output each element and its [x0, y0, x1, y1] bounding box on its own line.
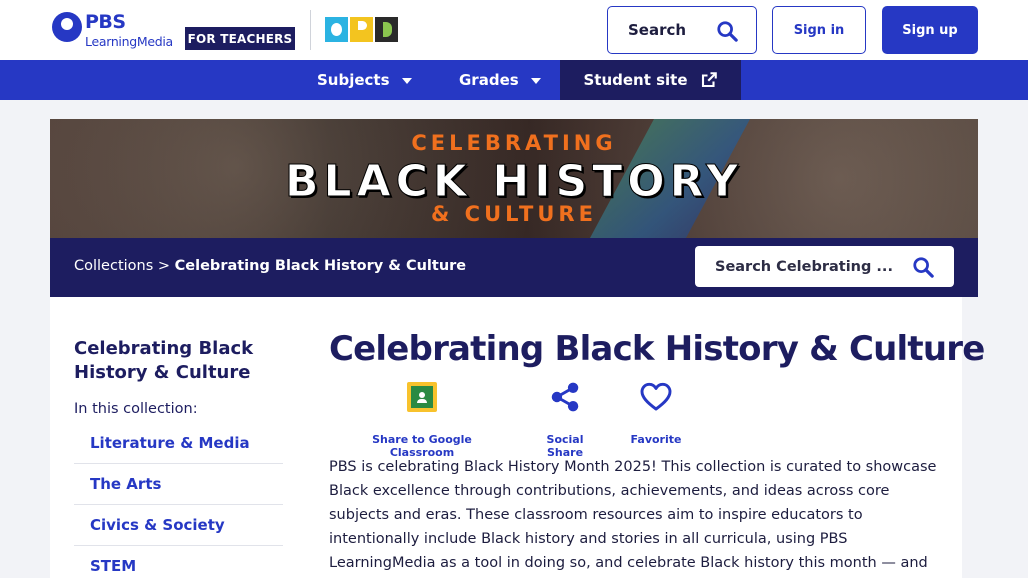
sign-in-button[interactable]: Sign in	[772, 6, 866, 54]
pbs-head-icon	[52, 12, 82, 42]
heart-icon	[640, 382, 672, 411]
breadcrumb-collections-link[interactable]: Collections	[74, 258, 153, 274]
nav-subjects[interactable]: Subjects	[317, 60, 412, 100]
collection-search-placeholder: Search Celebrating ...	[715, 258, 893, 275]
sidebar-list: Literature & Media The Arts Civics & Soc…	[74, 423, 283, 578]
external-link-icon	[701, 72, 717, 88]
site-header: PBS LearningMedia FOR TEACHERS Search Si…	[0, 0, 1028, 60]
share-google-classroom-button[interactable]: Share to Google Classroom	[347, 381, 497, 459]
collection-banner: CELEBRATING BLACK HISTORY & CULTURE	[50, 119, 978, 238]
nav-grades[interactable]: Grades	[459, 60, 541, 100]
share-icon	[551, 382, 579, 412]
google-classroom-icon	[407, 382, 437, 412]
sign-up-button[interactable]: Sign up	[882, 6, 978, 54]
opb-letter-p	[350, 17, 373, 42]
page-title: Celebrating Black History & Culture	[329, 329, 985, 369]
nav-subjects-label: Subjects	[317, 71, 390, 89]
breadcrumb-current: Celebrating Black History & Culture	[174, 258, 467, 274]
nav-grades-label: Grades	[459, 71, 519, 89]
breadcrumb: Collections > Celebrating Black History …	[74, 258, 466, 274]
breadcrumb-separator: >	[153, 258, 175, 274]
breadcrumb-bar: Collections > Celebrating Black History …	[50, 238, 978, 297]
chevron-down-icon	[530, 78, 541, 84]
sidebar-item-literature-media[interactable]: Literature & Media	[74, 423, 283, 464]
banner-line-2: BLACK HISTORY	[285, 156, 743, 208]
opb-logo[interactable]	[325, 17, 398, 42]
banner-line-1: CELEBRATING	[411, 131, 617, 155]
header-divider	[310, 10, 311, 50]
search-icon	[717, 21, 738, 42]
sidebar-subtitle: In this collection:	[74, 401, 198, 417]
nav-student-site-label: Student site	[583, 71, 688, 89]
nav-student-site[interactable]: Student site	[560, 60, 741, 100]
search-icon[interactable]	[912, 256, 934, 278]
main-nav: Subjects Grades Student site	[0, 60, 1028, 100]
logo-brand-text: PBS	[85, 11, 126, 33]
pbs-learningmedia-logo[interactable]: PBS LearningMedia	[52, 11, 176, 51]
sidebar-item-civics-society[interactable]: Civics & Society	[74, 505, 283, 546]
favorite-label: Favorite	[630, 433, 682, 446]
audience-badge: FOR TEACHERS	[185, 27, 295, 50]
collection-sidebar: Celebrating Black History & Culture In t…	[50, 297, 298, 578]
collection-search-input[interactable]: Search Celebrating ...	[695, 246, 954, 287]
sidebar-title: Celebrating Black History & Culture	[74, 338, 254, 383]
opb-letter-b	[375, 17, 398, 42]
sidebar-item-stem[interactable]: STEM	[74, 546, 283, 578]
chevron-down-icon	[401, 78, 412, 84]
opb-letter-o	[325, 17, 348, 42]
header-search-button[interactable]: Search	[607, 6, 757, 54]
logo-sub-text: LearningMedia	[85, 34, 173, 49]
favorite-button[interactable]: Favorite	[629, 381, 683, 446]
collection-main: Celebrating Black History & Culture Shar…	[298, 297, 985, 578]
banner-line-3: & CULTURE	[431, 202, 597, 226]
header-search-label: Search	[628, 21, 687, 39]
sidebar-item-the-arts[interactable]: The Arts	[74, 464, 283, 505]
collection-description: PBS is celebrating Black History Month 2…	[329, 459, 937, 571]
social-share-button[interactable]: Social Share	[528, 381, 602, 459]
